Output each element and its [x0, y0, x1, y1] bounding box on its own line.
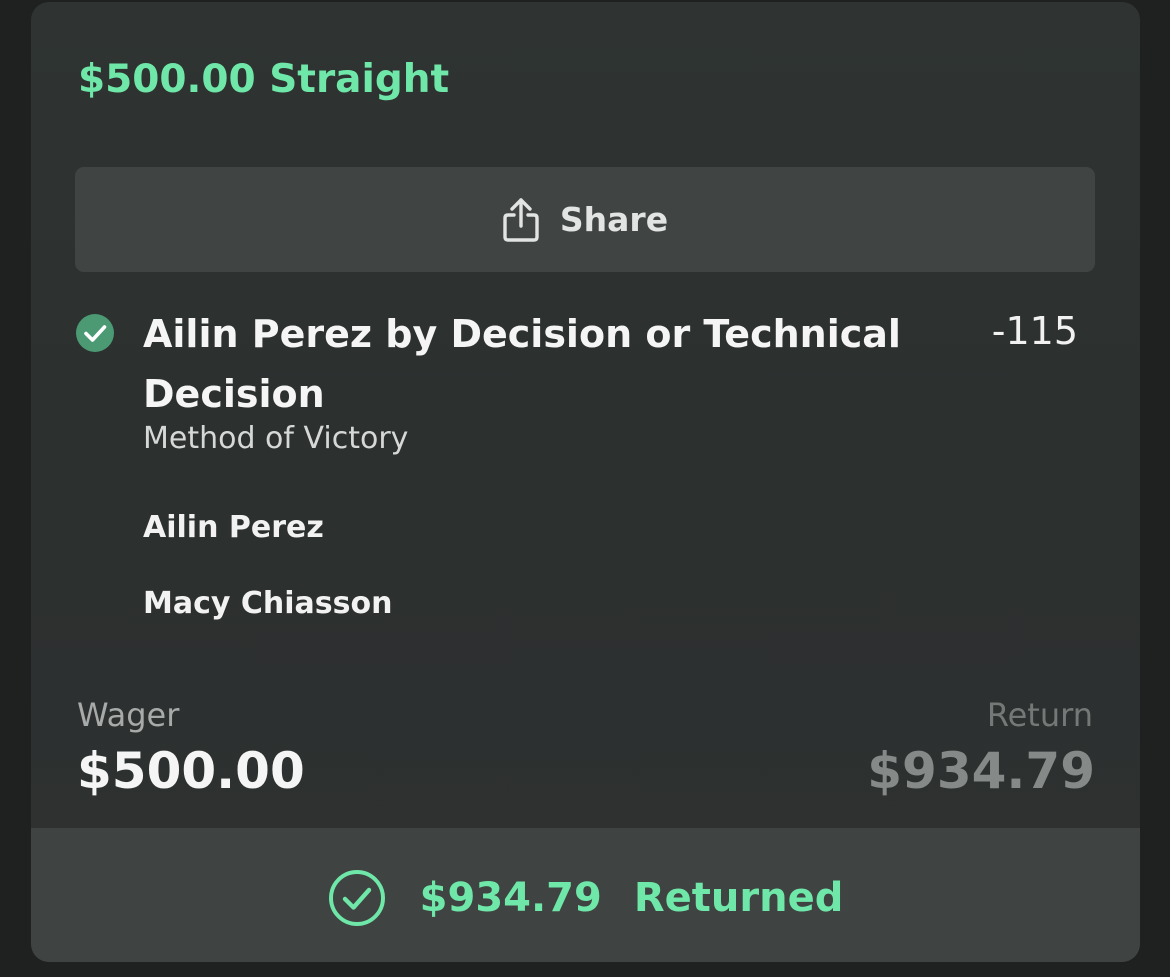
- returned-amount: $934.79: [419, 875, 602, 921]
- bet-card: $500.00 Straight Share Ailin Perez by De…: [31, 2, 1140, 962]
- share-label: Share: [559, 200, 669, 239]
- bet-title: $500.00 Straight: [78, 57, 450, 102]
- fighter-name: Ailin Perez: [143, 510, 324, 545]
- market-type: Method of Victory: [143, 421, 409, 456]
- check-circle-outline-icon: [328, 869, 420, 927]
- settlement-footer: $934.79 Returned: [31, 828, 1140, 962]
- wager-label: Wager: [77, 696, 180, 734]
- share-icon: [502, 197, 540, 243]
- returned-status: Returned: [633, 875, 844, 921]
- pick-title: Ailin Perez by Decision or Technical Dec…: [143, 312, 901, 416]
- check-circle-filled-icon: [75, 313, 115, 353]
- wager-value: $500.00: [77, 742, 305, 800]
- return-value: $934.79: [867, 742, 1095, 800]
- return-label: Return: [986, 696, 1093, 734]
- fighter-name: Macy Chiasson: [143, 586, 393, 621]
- share-button[interactable]: Share: [75, 167, 1095, 272]
- odds: -115: [991, 309, 1078, 353]
